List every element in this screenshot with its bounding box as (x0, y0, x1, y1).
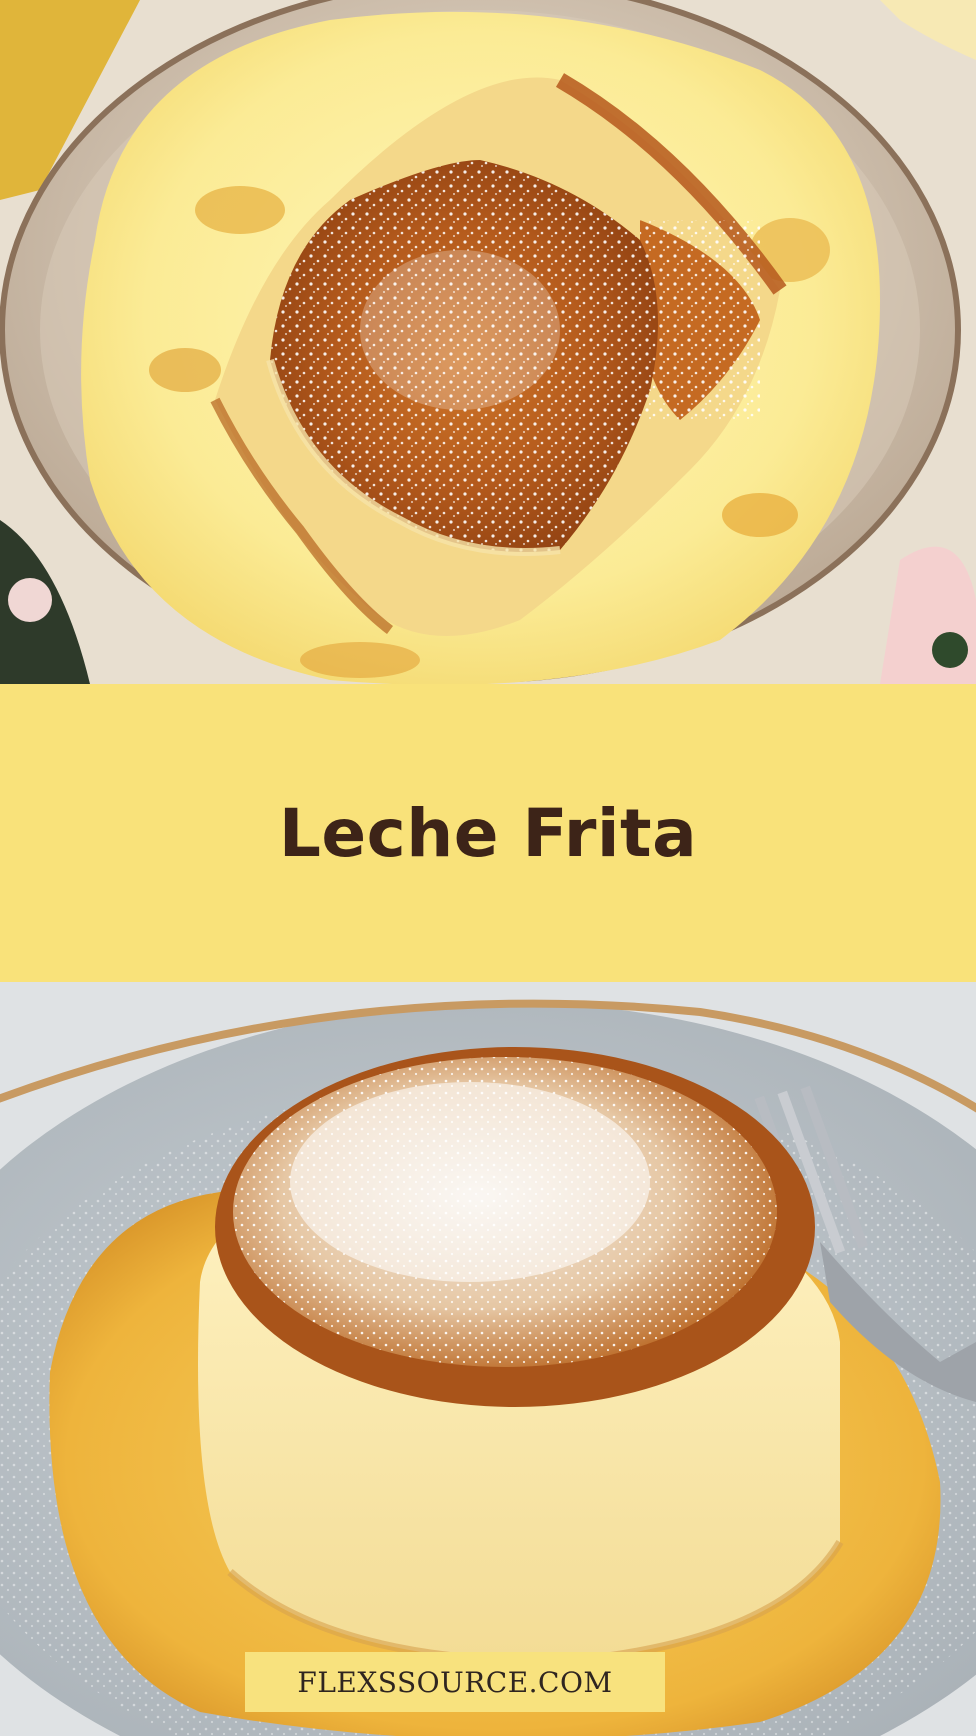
recipe-title: Leche Frita (278, 794, 698, 872)
pin-image: Leche Frita FLEXSSOURCE.COM (0, 0, 976, 1736)
bottom-dessert-photo (0, 982, 976, 1736)
title-banner: Leche Frita (0, 684, 976, 982)
watermark-text: FLEXSSOURCE.COM (297, 1665, 613, 1699)
site-watermark: FLEXSSOURCE.COM (245, 1652, 665, 1712)
top-dessert-photo (0, 0, 976, 684)
